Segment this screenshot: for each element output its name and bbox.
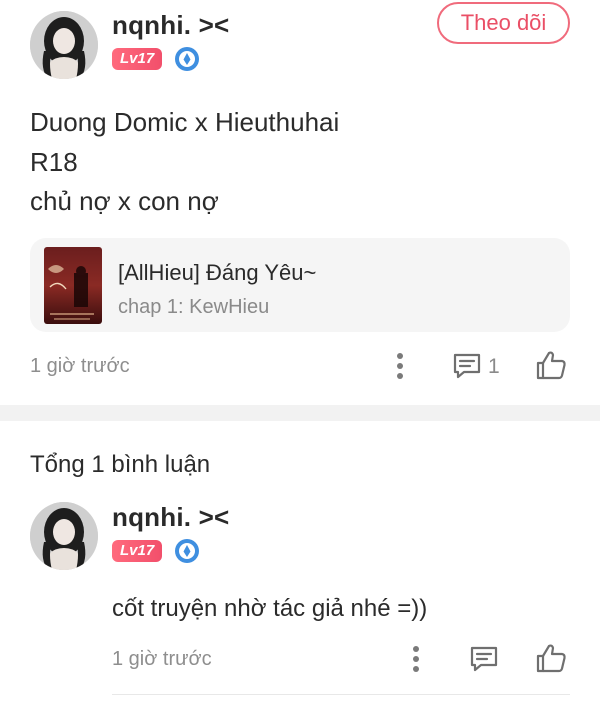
comment-divider: [112, 694, 570, 695]
level-badge: Lv17: [112, 540, 163, 562]
follow-button[interactable]: Theo dõi: [437, 2, 570, 44]
post-content-line-2: R18: [30, 147, 78, 177]
avatar-image: [30, 502, 98, 570]
more-vertical-icon[interactable]: [404, 643, 428, 675]
story-title[interactable]: [AllHieu] Đáng Yêu~: [118, 260, 316, 286]
story-card[interactable]: [AllHieu] Đáng Yêu~ chap 1: KewHieu: [30, 238, 570, 332]
post-time: 1 giờ trước: [30, 355, 130, 377]
avatar-image: [30, 11, 98, 79]
more-vertical-icon[interactable]: [388, 350, 412, 382]
reply-comment-icon[interactable]: [467, 643, 501, 675]
verified-badge-icon: [175, 539, 199, 563]
section-divider: [0, 405, 600, 421]
post-content-line-3: chủ nợ x con nợ: [30, 186, 219, 216]
comment-author-name[interactable]: nqnhi. ><: [112, 502, 229, 533]
post-content-line-1: Duong Domic x Hieuthuhai: [30, 107, 340, 137]
comment-text: cốt truyện nhờ tác giả nhé =)): [112, 595, 428, 622]
comment-icon[interactable]: [450, 350, 484, 382]
level-badge: Lv17: [112, 48, 163, 70]
comment-count: 1: [488, 355, 500, 378]
comment-author-avatar[interactable]: [30, 502, 98, 570]
comment-time: 1 giờ trước: [112, 648, 212, 670]
thumbs-up-icon[interactable]: [533, 641, 569, 675]
verified-badge-icon: [175, 47, 199, 71]
post-author-avatar[interactable]: [30, 11, 98, 79]
thumbs-up-icon[interactable]: [533, 348, 569, 382]
story-cover-image: [44, 247, 102, 324]
post-author-name[interactable]: nqnhi. ><: [112, 10, 229, 41]
story-chapter: chap 1: KewHieu: [118, 296, 270, 318]
total-comments-label: Tổng 1 bình luận: [30, 451, 211, 478]
